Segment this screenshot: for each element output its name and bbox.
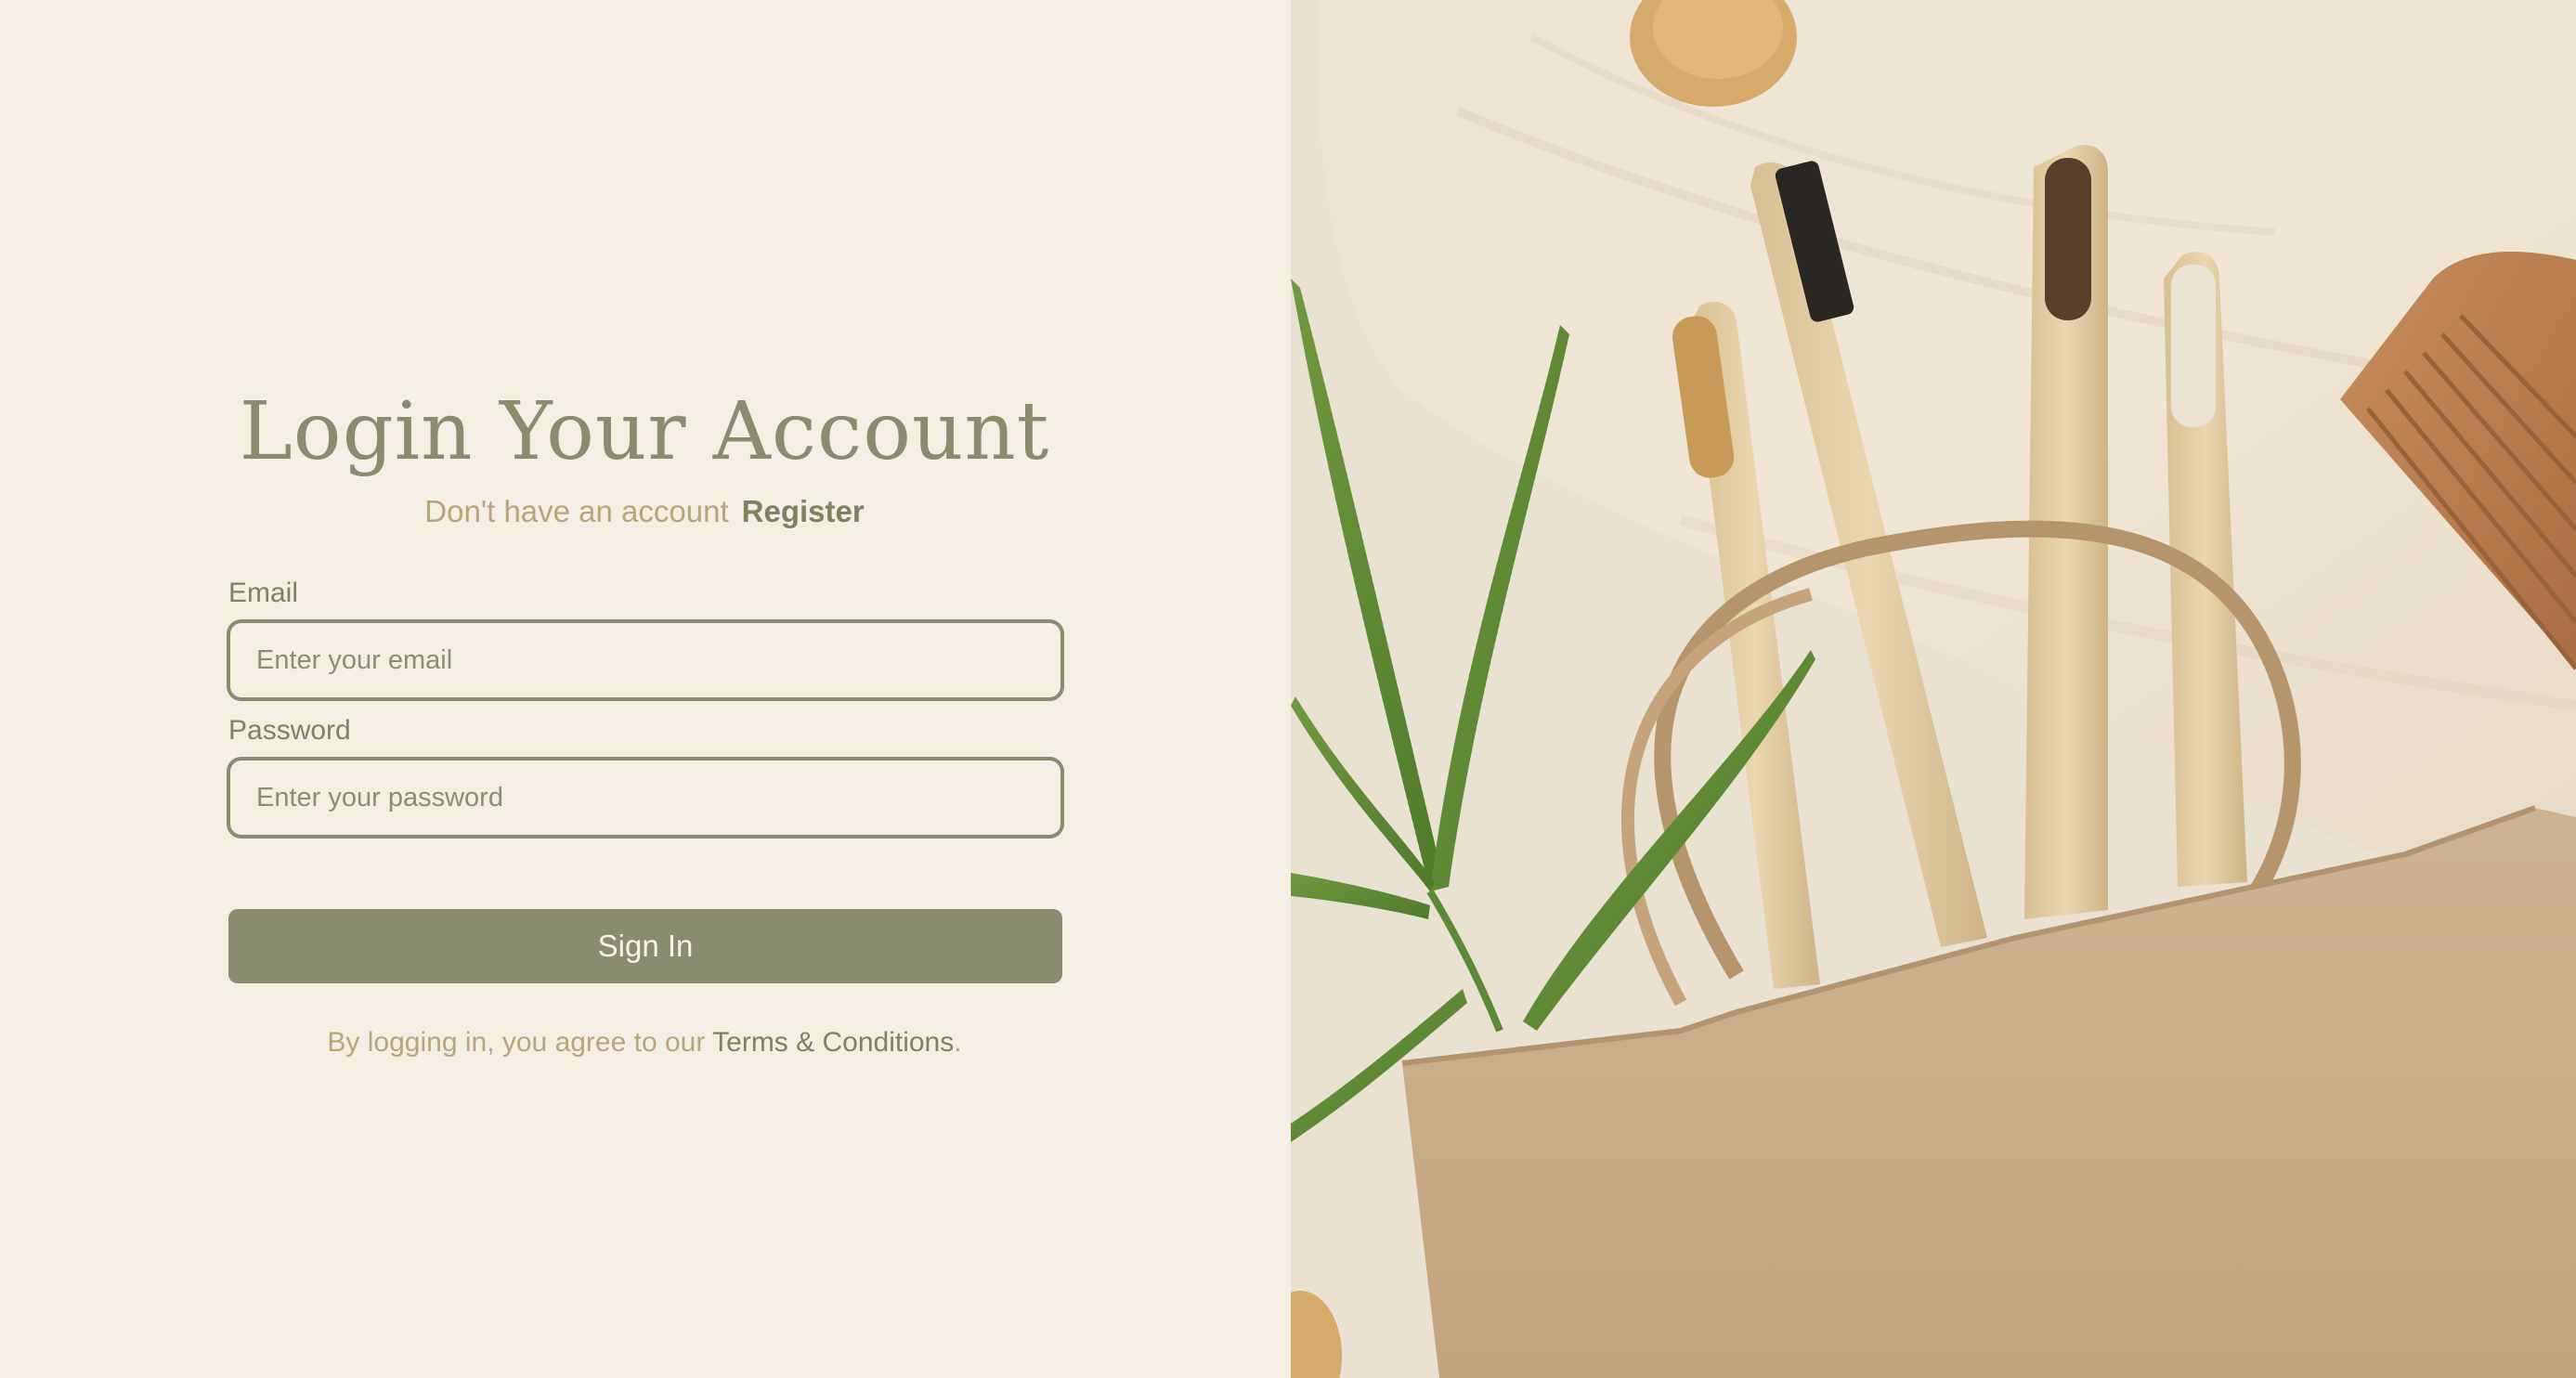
email-field[interactable] [254, 644, 1036, 677]
email-field-box[interactable] [227, 619, 1064, 701]
login-form: Login Your Account Don't have an account… [227, 376, 1064, 1061]
email-label: Email [228, 578, 299, 608]
sign-in-button[interactable]: Sign In [228, 909, 1062, 983]
hero-image [1291, 0, 2576, 1378]
terms-link[interactable]: Terms & Conditions [712, 1027, 954, 1058]
register-prompt-text: Don't have an account [424, 494, 729, 528]
login-panel: Login Your Account Don't have an account… [0, 0, 1291, 1378]
login-page: Login Your Account Don't have an account… [0, 0, 2576, 1378]
terms-suffix: . [954, 1027, 962, 1058]
terms-prefix: By logging in, you agree to our [327, 1027, 706, 1058]
password-label: Password [228, 715, 351, 746]
page-title: Login Your Account [239, 385, 1050, 478]
terms-notice: By logging in, you agree to our Terms & … [227, 1024, 1062, 1061]
eco-bamboo-toothbrushes-photo [1291, 0, 2576, 1378]
register-link[interactable]: Register [742, 494, 865, 528]
password-field-box[interactable] [227, 757, 1064, 838]
register-prompt: Don't have an account Register [227, 491, 1062, 532]
password-field[interactable] [254, 781, 1036, 814]
